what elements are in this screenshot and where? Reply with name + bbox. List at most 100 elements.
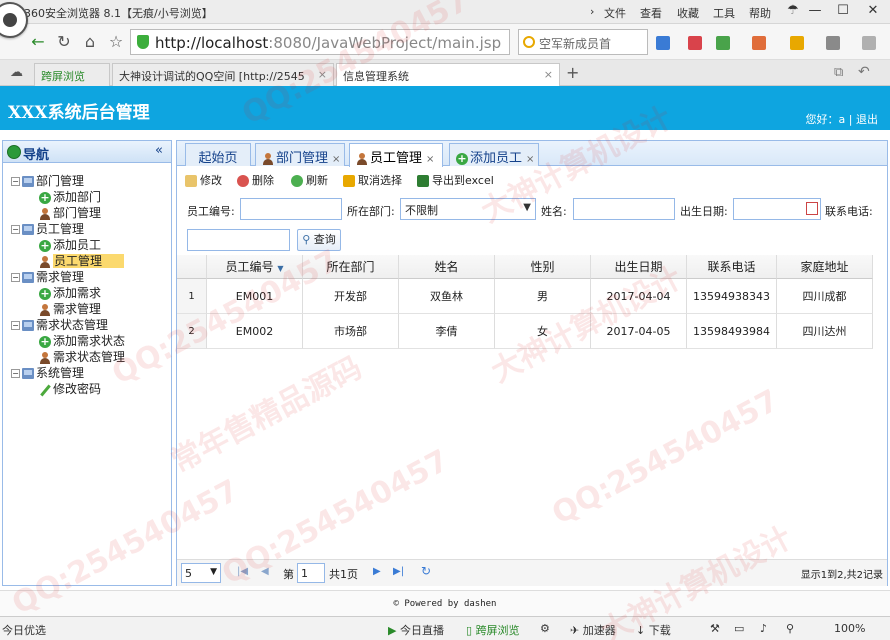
- collapse-icon[interactable]: «: [155, 143, 163, 158]
- refresh-icon: [291, 175, 303, 187]
- new-tab-icon[interactable]: +: [566, 63, 579, 82]
- tree-group-emp[interactable]: − 员工管理: [11, 221, 84, 237]
- tree-group-dept[interactable]: − 部门管理: [11, 173, 84, 189]
- reload-page-icon[interactable]: ↻: [421, 564, 431, 578]
- phone-input[interactable]: [187, 229, 290, 251]
- expand-toggle-icon[interactable]: −: [11, 177, 20, 186]
- expand-toggle-icon[interactable]: −: [11, 321, 20, 330]
- menu-help[interactable]: 帮助: [749, 5, 771, 21]
- expand-toggle-icon[interactable]: −: [11, 273, 20, 282]
- tab-home[interactable]: 起始页: [185, 143, 251, 166]
- tab-close-icon[interactable]: ×: [332, 154, 340, 165]
- home-icon[interactable]: ⌂: [78, 30, 102, 54]
- status-tools-icon[interactable]: ⚒: [710, 622, 720, 635]
- menu-tools[interactable]: 工具: [713, 5, 735, 21]
- undo-close-icon[interactable]: ↶: [858, 64, 870, 80]
- tab-add-emp[interactable]: + 添加员工 ×: [449, 143, 539, 166]
- grid-header-birth[interactable]: 出生日期: [591, 255, 687, 279]
- tree-group-system[interactable]: − 系统管理: [11, 365, 84, 381]
- tab-close-icon[interactable]: ×: [526, 154, 534, 165]
- tab-cross-screen[interactable]: 跨屏浏览: [34, 63, 110, 86]
- tab-qq-space[interactable]: 大神设计调试的QQ空间 [http://2545 ×: [112, 63, 334, 86]
- cloud-icon[interactable]: ☁: [10, 65, 23, 80]
- apps-icon[interactable]: [656, 36, 670, 50]
- delete-button[interactable]: 删除: [237, 172, 274, 188]
- cancel-select-button[interactable]: 取消选择: [343, 172, 402, 188]
- status-daily-picks[interactable]: 今日优选: [2, 622, 46, 638]
- tab-close-icon[interactable]: ×: [318, 68, 327, 81]
- search-tool-icon[interactable]: [862, 36, 876, 50]
- name-input[interactable]: [573, 198, 675, 220]
- tab-emp-manage[interactable]: 员工管理 ×: [349, 143, 443, 167]
- edit-button[interactable]: 修改: [185, 172, 222, 188]
- tab-close-icon[interactable]: ×: [544, 68, 553, 81]
- grid-header-emp-no[interactable]: 员工编号 ▼: [207, 255, 303, 279]
- next-page-icon[interactable]: ▶: [373, 566, 381, 577]
- expand-toggle-icon[interactable]: −: [11, 369, 20, 378]
- shield-guard-icon[interactable]: [716, 36, 730, 50]
- status-sound-icon[interactable]: ♪: [760, 622, 767, 635]
- address-bar[interactable]: http://localhost:8080/JavaWebProject/mai…: [130, 29, 510, 55]
- tree-item-add-req[interactable]: + 添加需求: [39, 285, 101, 301]
- adblock-icon[interactable]: [752, 36, 766, 50]
- page-number-input[interactable]: 1: [297, 563, 325, 583]
- back-icon[interactable]: ←: [26, 30, 50, 54]
- status-window-icon[interactable]: ▭: [734, 622, 744, 635]
- minimize-icon[interactable]: —: [800, 0, 830, 22]
- tree-item-dept-manage[interactable]: 部门管理: [39, 205, 101, 221]
- status-zoom-search-icon[interactable]: ⚲: [786, 622, 794, 635]
- logout-link[interactable]: 退出: [856, 113, 878, 126]
- gift-icon[interactable]: [790, 36, 804, 50]
- birth-date-input[interactable]: [733, 198, 821, 220]
- menu-favorites[interactable]: 收藏: [677, 5, 699, 21]
- tab-info-system[interactable]: 信息管理系统 ×: [336, 63, 560, 87]
- last-page-icon[interactable]: ▶|: [393, 566, 404, 577]
- menu-forward-icon[interactable]: ›: [590, 5, 594, 18]
- maximize-icon[interactable]: ☐: [828, 0, 858, 22]
- table-row[interactable]: 2 EM002 市场部 李倩 女 2017-04-05 13598493984 …: [177, 314, 877, 349]
- calendar-icon[interactable]: [806, 202, 818, 215]
- emp-no-input[interactable]: [240, 198, 342, 220]
- tree-item-req-manage[interactable]: 需求管理: [39, 301, 101, 317]
- tree-item-add-req-status[interactable]: + 添加需求状态: [39, 333, 125, 349]
- export-excel-button[interactable]: 导出到excel: [417, 172, 494, 188]
- status-download[interactable]: ↓ 下载: [636, 622, 671, 638]
- table-row[interactable]: 1 EM001 开发部 双鱼林 男 2017-04-04 13594938343…: [177, 279, 877, 314]
- query-button[interactable]: ⚲ 查询: [297, 229, 341, 251]
- menu-view[interactable]: 查看: [640, 5, 662, 21]
- grid-header-dept[interactable]: 所在部门: [303, 255, 399, 279]
- status-misc-icon[interactable]: ⚙: [540, 622, 550, 635]
- reload-icon[interactable]: ↻: [52, 30, 76, 54]
- status-zoom[interactable]: 100%: [834, 622, 865, 635]
- tree-item-add-dept[interactable]: + 添加部门: [39, 189, 101, 205]
- menu-file[interactable]: 文件: [604, 5, 626, 21]
- tree-item-change-password[interactable]: 修改密码: [39, 381, 101, 397]
- tab-close-icon[interactable]: ×: [426, 154, 434, 165]
- star-icon[interactable]: ☆: [104, 30, 128, 54]
- close-icon[interactable]: ✕: [858, 0, 888, 22]
- expand-toggle-icon[interactable]: −: [11, 225, 20, 234]
- cell-name: 李倩: [399, 314, 495, 349]
- status-cross-screen[interactable]: ▯ 跨屏浏览: [466, 622, 520, 638]
- restore-tab-icon[interactable]: ⧉: [834, 65, 843, 80]
- prev-page-icon[interactable]: ◀: [261, 566, 269, 577]
- tree-group-req-status[interactable]: − 需求状态管理: [11, 317, 108, 333]
- refresh-button[interactable]: 刷新: [291, 172, 328, 188]
- page-size-select[interactable]: 5 ▼: [181, 563, 221, 583]
- tree-item-add-emp[interactable]: + 添加员工: [39, 237, 101, 253]
- grid-header-address[interactable]: 家庭地址: [777, 255, 873, 279]
- tree-item-req-status-manage[interactable]: 需求状态管理: [39, 349, 125, 365]
- search-input[interactable]: 空军新成员首: [518, 29, 648, 55]
- grid-header-gender[interactable]: 性别: [495, 255, 591, 279]
- status-speed[interactable]: ✈ 加速器: [570, 622, 616, 638]
- dept-select[interactable]: 不限制 ▼: [400, 198, 536, 220]
- first-page-icon[interactable]: |◀: [237, 566, 248, 577]
- tab-dept-manage[interactable]: 部门管理 ×: [255, 143, 345, 166]
- status-live[interactable]: ▶ 今日直播: [388, 622, 444, 638]
- screenshot-icon[interactable]: [826, 36, 840, 50]
- tree-item-emp-manage[interactable]: 员工管理: [39, 253, 125, 269]
- mail-icon[interactable]: [688, 36, 702, 50]
- grid-header-name[interactable]: 姓名: [399, 255, 495, 279]
- grid-header-phone[interactable]: 联系电话: [687, 255, 777, 279]
- tree-group-req[interactable]: − 需求管理: [11, 269, 84, 285]
